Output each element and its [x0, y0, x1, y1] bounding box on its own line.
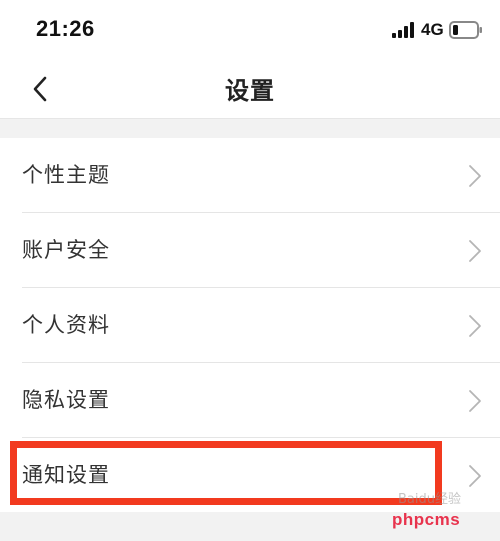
settings-item-label: 隐私设置 — [22, 388, 110, 412]
signal-bars-icon — [392, 22, 414, 38]
section-separator — [0, 118, 500, 138]
settings-item-privacy[interactable]: 隐私设置 — [0, 363, 500, 438]
settings-item-label: 个人资料 — [22, 313, 110, 337]
settings-list: 个性主题 账户安全 个人资料 隐私设置 通知设置 — [0, 138, 500, 513]
chevron-right-icon — [469, 165, 481, 187]
settings-item-label: 个性主题 — [22, 163, 110, 187]
page-title: 设置 — [225, 77, 275, 105]
battery-low-icon — [449, 21, 482, 39]
chevron-right-icon — [469, 390, 481, 412]
settings-item-account-security[interactable]: 账户安全 — [0, 213, 500, 288]
site-watermark: phpcms — [392, 510, 461, 529]
baidu-watermark: Baidu经验 — [398, 492, 461, 507]
chevron-right-icon — [469, 315, 481, 337]
settings-screen: 21:26 4G 设置 个性主题 账户安全 个人资料 隐私设置 通知设置 Bai… — [0, 0, 500, 541]
status-time: 21:26 — [36, 16, 95, 41]
network-label: 4G — [421, 20, 444, 39]
settings-item-label: 账户安全 — [22, 238, 110, 262]
navigation-bar: 设置 — [0, 60, 500, 118]
settings-item-theme[interactable]: 个性主题 — [0, 138, 500, 213]
status-bar: 21:26 4G — [0, 0, 500, 60]
settings-item-label: 通知设置 — [22, 463, 110, 487]
chevron-right-icon — [469, 240, 481, 262]
settings-item-profile[interactable]: 个人资料 — [0, 288, 500, 363]
chevron-right-icon — [469, 465, 481, 487]
